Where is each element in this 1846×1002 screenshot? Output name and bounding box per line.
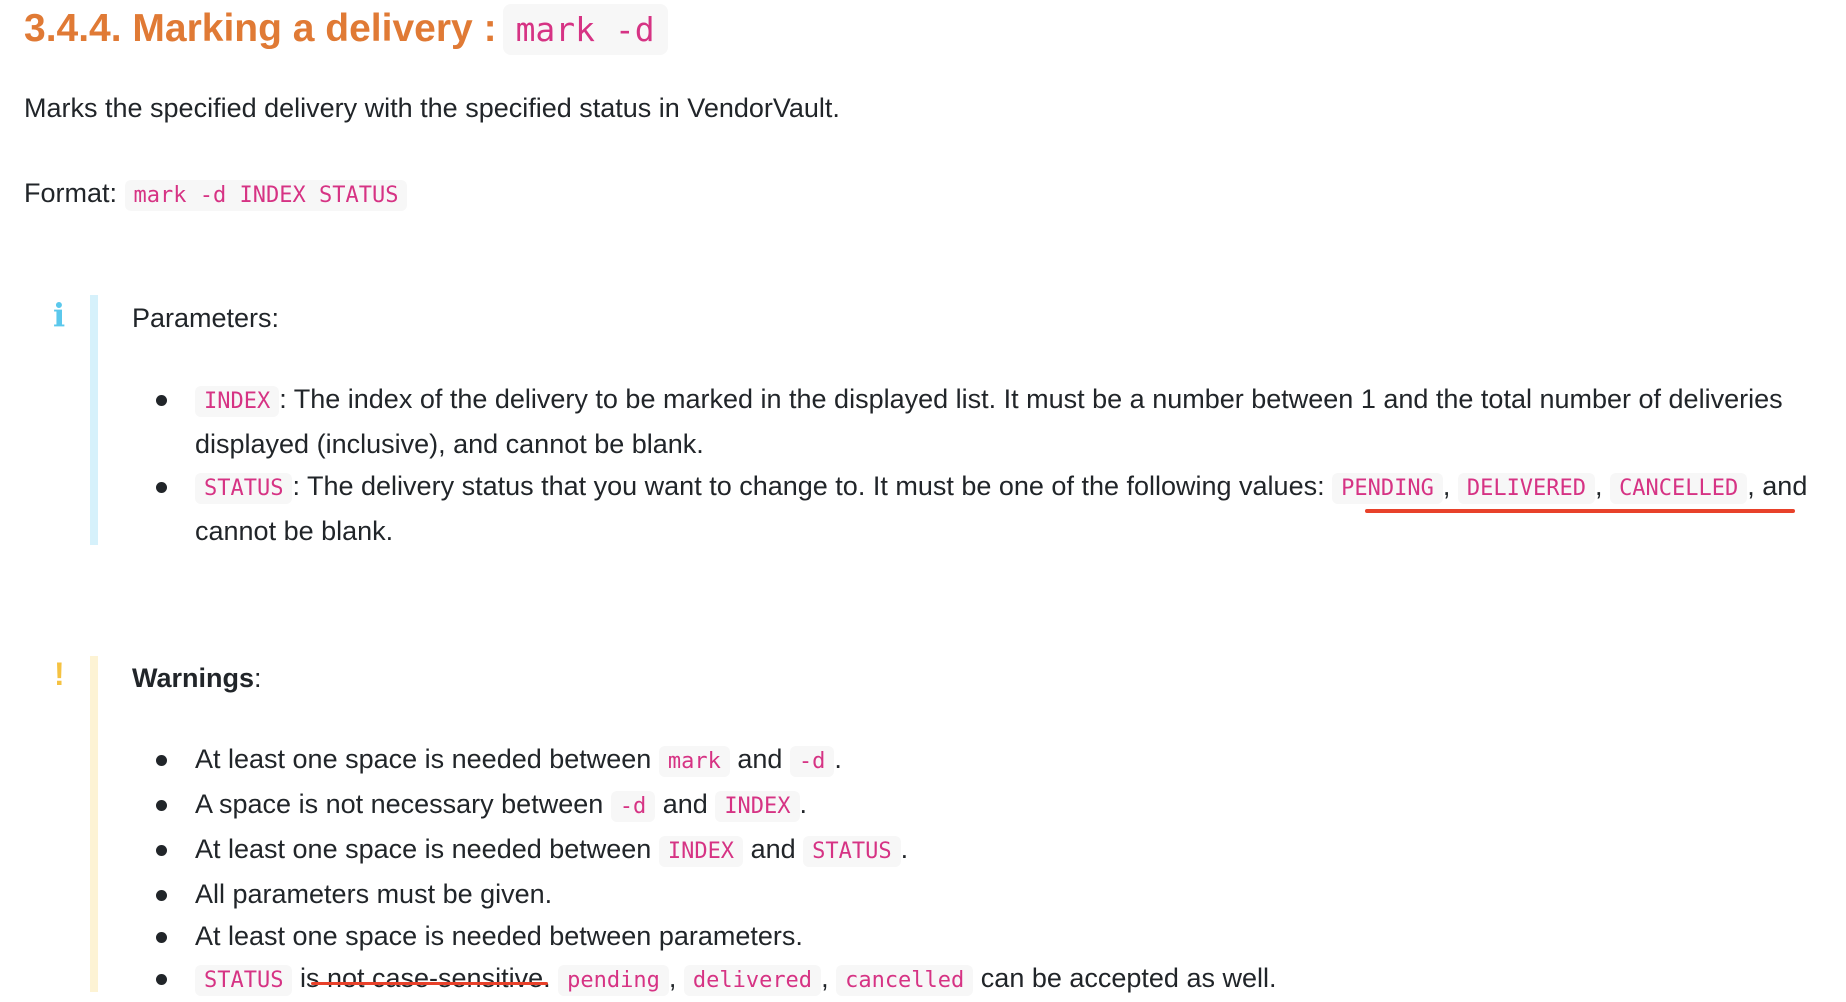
warning-code: INDEX: [658, 836, 744, 867]
annotation-underline-status-values: [1365, 509, 1795, 513]
warning-text: can be accepted as well.: [973, 963, 1277, 993]
section-heading: 3.4.4. Marking a delivery : mark -d: [24, 0, 668, 59]
warning-code: cancelled: [836, 965, 974, 996]
warning-item: A space is not necessary between -d and …: [132, 783, 1836, 828]
description: Marks the specified delivery with the sp…: [24, 93, 840, 123]
warning-callout-bar: [90, 656, 98, 992]
info-callout-title: Parameters:: [132, 303, 280, 333]
parameters-list: INDEX: The index of the delivery to be m…: [132, 378, 1836, 552]
warning-text: is not case-sensitive.: [292, 963, 559, 993]
warning-text: .: [834, 744, 842, 774]
warning-code: -d: [789, 746, 835, 777]
warning-callout-body: Warnings: At least one space is needed b…: [132, 660, 1836, 1002]
status-value-cancelled: CANCELLED: [1610, 473, 1748, 504]
param-code: INDEX: [195, 386, 280, 417]
warnings-list: At least one space is needed between mar…: [132, 738, 1836, 1002]
status-value-pending: PENDING: [1332, 473, 1443, 504]
warning-icon: !: [54, 656, 65, 692]
info-callout-bar: [90, 295, 98, 545]
param-code: STATUS: [195, 473, 293, 504]
info-callout-body: Parameters: INDEX: The index of the deli…: [132, 300, 1836, 552]
status-value-delivered: DELIVERED: [1457, 473, 1596, 504]
warning-item: All parameters must be given.: [132, 873, 1836, 915]
warning-text: and: [655, 789, 716, 819]
warning-item: At least one space is needed between mar…: [132, 738, 1836, 783]
warning-code: INDEX: [715, 791, 800, 822]
warning-callout-title: Warnings:: [132, 660, 1836, 696]
param-desc: : The delivery status that you want to c…: [292, 471, 1333, 501]
warning-code: STATUS: [195, 965, 293, 996]
format-label: Format:: [24, 178, 118, 208]
param-desc: : The index of the delivery to be marked…: [195, 384, 1783, 459]
warning-code: -d: [610, 791, 656, 822]
warning-item: STATUS is not case-sensitive. pending, d…: [132, 957, 1836, 1002]
format-code: mark -d INDEX STATUS: [124, 180, 408, 211]
warning-code: delivered: [683, 965, 822, 996]
format-line: Format: mark -d INDEX STATUS: [24, 178, 408, 211]
warning-text: At least one space is needed between par…: [195, 921, 803, 951]
warning-item: At least one space is needed between par…: [132, 915, 1836, 957]
warning-text: At least one space is needed between: [195, 834, 659, 864]
heading-code: mark -d: [502, 4, 668, 55]
warning-code: STATUS: [803, 836, 901, 867]
warning-code: mark: [658, 746, 730, 777]
warning-text: and: [743, 834, 804, 864]
warning-text: .: [799, 789, 808, 819]
heading-title: 3.4.4. Marking a delivery :: [24, 7, 497, 50]
param-item-index: INDEX: The index of the delivery to be m…: [132, 378, 1836, 465]
warning-text: A space is not necessary between: [195, 789, 611, 819]
warning-title: Warnings: [132, 663, 255, 693]
warning-text: .: [900, 834, 909, 864]
warning-title-suffix: :: [254, 663, 262, 693]
warning-item: At least one space is needed between IND…: [132, 828, 1836, 873]
warning-text: and: [729, 744, 790, 774]
warning-text: At least one space is needed between: [195, 744, 659, 774]
info-icon: i: [53, 296, 66, 334]
warning-code: pending: [558, 965, 669, 996]
annotation-underline-case-sensitive: [311, 982, 548, 985]
warning-text: All parameters must be given.: [195, 879, 553, 909]
warning-text: ,: [668, 963, 684, 993]
warning-text: ,: [821, 963, 837, 993]
